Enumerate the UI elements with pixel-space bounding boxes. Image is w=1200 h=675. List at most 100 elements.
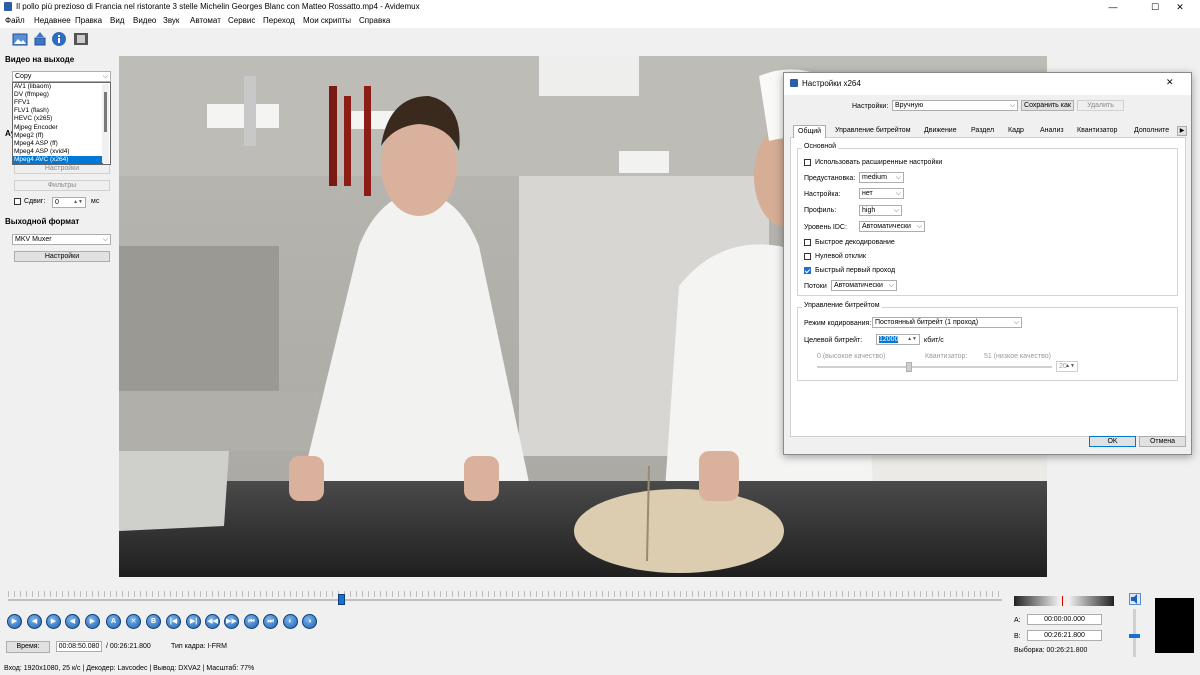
minimize-button[interactable]: — — [1093, 0, 1133, 14]
delete-button[interactable]: Удалить — [1077, 100, 1124, 111]
tab-partition[interactable]: Раздел — [967, 125, 998, 137]
next-black-button[interactable]: ◑ — [302, 614, 317, 629]
next-frame-button[interactable]: ▶ — [85, 614, 100, 629]
preset-value: Вручную — [895, 102, 924, 109]
next-black-icon: ◑ — [307, 618, 312, 625]
codec-option[interactable]: Mpeg4 AVC (x264) — [13, 155, 103, 164]
idc-combo[interactable]: Автоматически ⌵ — [859, 221, 925, 232]
save-icon[interactable] — [32, 31, 48, 47]
codec-option[interactable]: Mpeg4 ASP (ff) — [13, 140, 103, 148]
total-time: / 00:26:21.800 — [106, 643, 151, 650]
codec-option[interactable]: FFV1 — [13, 99, 103, 107]
prev-black-button[interactable]: ◐ — [283, 614, 298, 629]
chevron-down-icon: ⌵ — [893, 207, 899, 214]
set-marker-b-button[interactable]: B — [146, 614, 161, 629]
menu-view[interactable]: Вид — [110, 16, 124, 25]
tab-advanced[interactable]: Дополните — [1130, 125, 1176, 137]
film-icon[interactable] — [73, 31, 89, 47]
zero-latency-checkbox[interactable] — [804, 253, 811, 260]
chevron-down-icon: ⌵ — [102, 73, 108, 80]
use-advanced-checkbox[interactable] — [804, 159, 811, 166]
volume-slider-thumb[interactable] — [1129, 634, 1140, 638]
time-button[interactable]: Время: — [6, 641, 50, 653]
info-icon[interactable] — [51, 31, 67, 47]
menu-audio[interactable]: Звук — [163, 16, 179, 25]
filters-button[interactable]: Фильтры — [14, 180, 110, 191]
tab-ratecontrol[interactable]: Управление битрейтом — [831, 125, 915, 137]
current-time-field[interactable]: 00:08:50.080 — [56, 641, 102, 652]
forward-button[interactable]: ▶ — [46, 614, 61, 629]
set-marker-a-button[interactable]: A — [106, 614, 121, 629]
menu-tools[interactable]: Сервис — [228, 16, 255, 25]
prev-keyframe-button[interactable]: ◀◀ — [205, 614, 220, 629]
fast-first-pass-checkbox[interactable] — [804, 267, 811, 274]
preset-field-label: Предустановка: — [804, 175, 856, 182]
tab-quantiser[interactable]: Квантизатор — [1073, 125, 1121, 137]
prev-cut-button[interactable]: |◀ — [166, 614, 181, 629]
menu-scripts[interactable]: Мои скрипты — [303, 16, 351, 25]
menu-go[interactable]: Переход — [263, 16, 295, 25]
quantiser-slider-track[interactable] — [817, 366, 1052, 368]
next-keyframe-button[interactable]: ▶▶ — [224, 614, 239, 629]
tab-scroll-right-icon[interactable]: ▶ — [1177, 126, 1187, 136]
rewind-button[interactable]: ◀ — [27, 614, 42, 629]
fast-decode-checkbox[interactable] — [804, 239, 811, 246]
tab-frame[interactable]: Кадр — [1004, 125, 1028, 137]
goto-end-button[interactable]: ⏭ — [263, 614, 278, 629]
cancel-button[interactable]: Отмена — [1139, 436, 1186, 447]
tab-motion[interactable]: Движение — [920, 125, 961, 137]
menu-video[interactable]: Видео — [133, 16, 156, 25]
shift-spinbox[interactable]: 0 ▲▼ — [52, 197, 86, 208]
menu-file[interactable]: Файл — [5, 16, 25, 25]
preset-field-combo[interactable]: medium ⌵ — [859, 172, 904, 183]
codec-option[interactable]: Mpeg4 ASP (xvid4) — [13, 148, 103, 156]
codec-option[interactable]: Mpeg2 (ff) — [13, 132, 103, 140]
set-marker-b-icon: B — [150, 618, 157, 625]
codec-list-scroll-thumb[interactable] — [104, 92, 107, 132]
codec-option[interactable]: Mjpeg Encoder — [13, 124, 103, 132]
threads-combo[interactable]: Автоматически ⌵ — [831, 280, 897, 291]
volume-meter-marker — [1062, 596, 1063, 606]
shift-checkbox[interactable] — [14, 198, 21, 205]
dialog-close-icon[interactable]: ✕ — [1166, 77, 1174, 88]
play-button[interactable]: ▶ — [7, 614, 22, 629]
codec-option[interactable]: DV (ffmpeg) — [13, 91, 103, 99]
clear-markers-button[interactable]: ✕ — [126, 614, 141, 629]
save-as-button[interactable]: Сохранить как — [1021, 100, 1074, 111]
menu-help[interactable]: Справка — [359, 16, 390, 25]
menu-auto[interactable]: Автомат — [190, 16, 221, 25]
tune-combo[interactable]: нет ⌵ — [859, 188, 904, 199]
preset-combo[interactable]: Вручную ⌵ — [892, 100, 1018, 111]
threads-label: Потоки — [804, 283, 827, 290]
marker-a-field[interactable]: 00:00:00.000 — [1027, 614, 1102, 625]
timeline-track[interactable] — [8, 599, 1002, 601]
encoding-mode-value: Постоянный битрейт (1 проход) — [875, 319, 979, 326]
tab-analysis[interactable]: Анализ — [1036, 125, 1068, 137]
quantiser-slider-thumb[interactable] — [905, 362, 912, 372]
timeline-position-thumb[interactable] — [337, 594, 345, 605]
menu-recent[interactable]: Недавнее — [34, 16, 71, 25]
quantiser-spinbox[interactable]: 20 ▲▼ — [1056, 361, 1078, 372]
open-image-icon[interactable] — [12, 31, 28, 47]
goto-start-button[interactable]: ⏮ — [244, 614, 259, 629]
menu-edit[interactable]: Правка — [75, 16, 102, 25]
codec-option[interactable]: FLV1 (flash) — [13, 107, 103, 115]
codec-option[interactable]: AV1 (libaom) — [13, 83, 103, 91]
speaker-icon[interactable] — [1129, 593, 1141, 605]
volume-slider-track[interactable] — [1133, 609, 1136, 657]
encoding-mode-combo[interactable]: Постоянный битрейт (1 проход) ⌵ — [872, 317, 1022, 328]
tab-general[interactable]: Общий — [793, 125, 827, 138]
profile-combo[interactable]: high ⌵ — [859, 205, 902, 216]
video-codec-combo[interactable]: Copy ⌵ — [12, 71, 111, 82]
muxer-value: MKV Muxer — [15, 236, 52, 243]
target-bitrate-spinbox[interactable]: 12000 ▲▼ — [876, 334, 920, 345]
marker-b-field[interactable]: 00:26:21.800 — [1027, 630, 1102, 641]
prev-frame-button[interactable]: ◀ — [65, 614, 80, 629]
next-cut-button[interactable]: ▶| — [186, 614, 201, 629]
format-settings-button[interactable]: Настройки — [14, 251, 110, 262]
ok-button[interactable]: OK — [1089, 436, 1136, 447]
use-advanced-label: Использовать расширенные настройки — [815, 159, 943, 166]
close-button[interactable]: ✕ — [1160, 0, 1200, 14]
codec-option[interactable]: HEVC (x265) — [13, 115, 103, 123]
muxer-combo[interactable]: MKV Muxer ⌵ — [12, 234, 111, 245]
